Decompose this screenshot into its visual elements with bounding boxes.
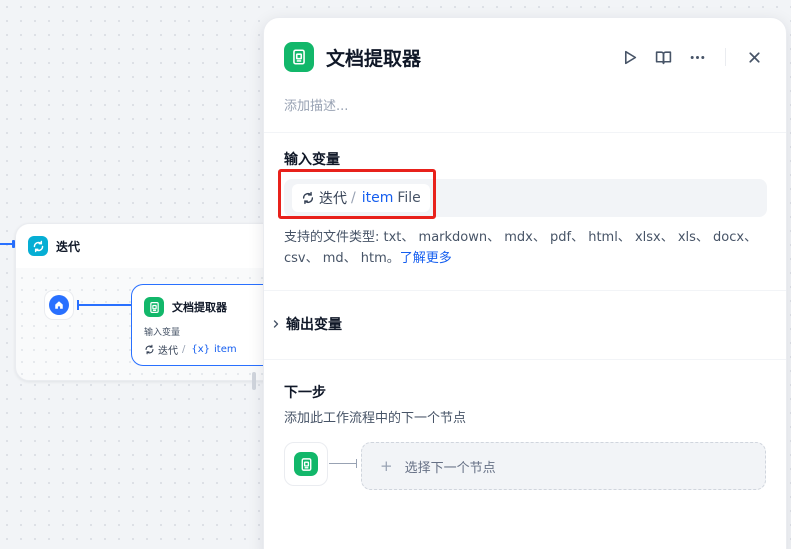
select-next-node-label: 选择下一个节点 xyxy=(404,460,496,476)
variable-icon: {x} xyxy=(191,344,211,355)
refresh-icon xyxy=(28,236,48,256)
document-extractor-icon xyxy=(294,452,318,476)
description-input[interactable]: 添加描述... xyxy=(284,95,348,114)
doc-node-input-label: 输入变量 xyxy=(144,328,181,338)
divider xyxy=(264,132,786,133)
more-dots-icon xyxy=(690,55,704,59)
run-button[interactable] xyxy=(617,45,641,69)
output-variables-toggle[interactable]: 输出变量 xyxy=(270,314,342,334)
edge-start-to-doc xyxy=(77,304,133,306)
select-next-node-button[interactable]: + 选择下一个节点 xyxy=(361,442,766,490)
learn-more-link[interactable]: 了解更多 xyxy=(400,251,452,266)
header-divider xyxy=(725,48,726,66)
chevron-right-icon xyxy=(273,320,279,328)
iteration-node-title: 迭代 xyxy=(56,239,81,254)
node-config-panel: 文档提取器 添加描述... 输入变量 迭代 / item File 支持的文件类… xyxy=(263,17,787,549)
document-extractor-icon xyxy=(284,42,314,72)
iteration-node-header[interactable]: 迭代 xyxy=(16,224,276,268)
panel-title[interactable]: 文档提取器 xyxy=(326,44,421,71)
document-extractor-icon xyxy=(144,297,164,317)
chip-source: 迭代 xyxy=(158,346,178,357)
next-connector-line xyxy=(329,463,357,464)
doc-node-variable-chip: 迭代 / {x} item xyxy=(144,342,278,357)
home-icon xyxy=(49,295,69,315)
chip-separator: / xyxy=(182,344,186,355)
chip-variable: item xyxy=(214,344,237,355)
canvas-scrollbar[interactable] xyxy=(252,372,256,390)
refresh-icon xyxy=(145,344,154,355)
highlight-box xyxy=(278,169,436,219)
more-button[interactable] xyxy=(685,45,709,69)
play-icon xyxy=(624,50,636,64)
next-connector-end xyxy=(356,459,357,468)
current-node-badge xyxy=(284,442,328,486)
output-variables-title: 输出变量 xyxy=(286,317,342,333)
doc-node-title: 文档提取器 xyxy=(172,301,227,314)
supported-types-text: 支持的文件类型: txt、 markdown、 mdx、 pdf、 html、 … xyxy=(284,230,758,266)
next-step-title: 下一步 xyxy=(284,385,326,401)
input-variables-title: 输入变量 xyxy=(284,152,340,168)
doc-extractor-node[interactable]: 文档提取器 输入变量 迭代 / {x} item xyxy=(131,284,278,366)
next-step-subtitle: 添加此工作流程中的下一个节点 xyxy=(284,411,467,426)
book-open-icon xyxy=(655,50,671,64)
plus-icon: + xyxy=(380,457,393,475)
close-icon xyxy=(748,51,760,63)
docs-button[interactable] xyxy=(651,45,675,69)
supported-file-types: 支持的文件类型: txt、 markdown、 mdx、 pdf、 html、 … xyxy=(284,227,774,269)
iteration-start-node[interactable] xyxy=(44,290,74,320)
panel-header: 文档提取器 xyxy=(284,42,766,72)
close-button[interactable] xyxy=(742,45,766,69)
divider xyxy=(264,359,786,360)
iteration-node[interactable]: 迭代 文档提取器 输入变量 迭代 / {x} item xyxy=(15,223,278,381)
divider xyxy=(264,290,786,291)
